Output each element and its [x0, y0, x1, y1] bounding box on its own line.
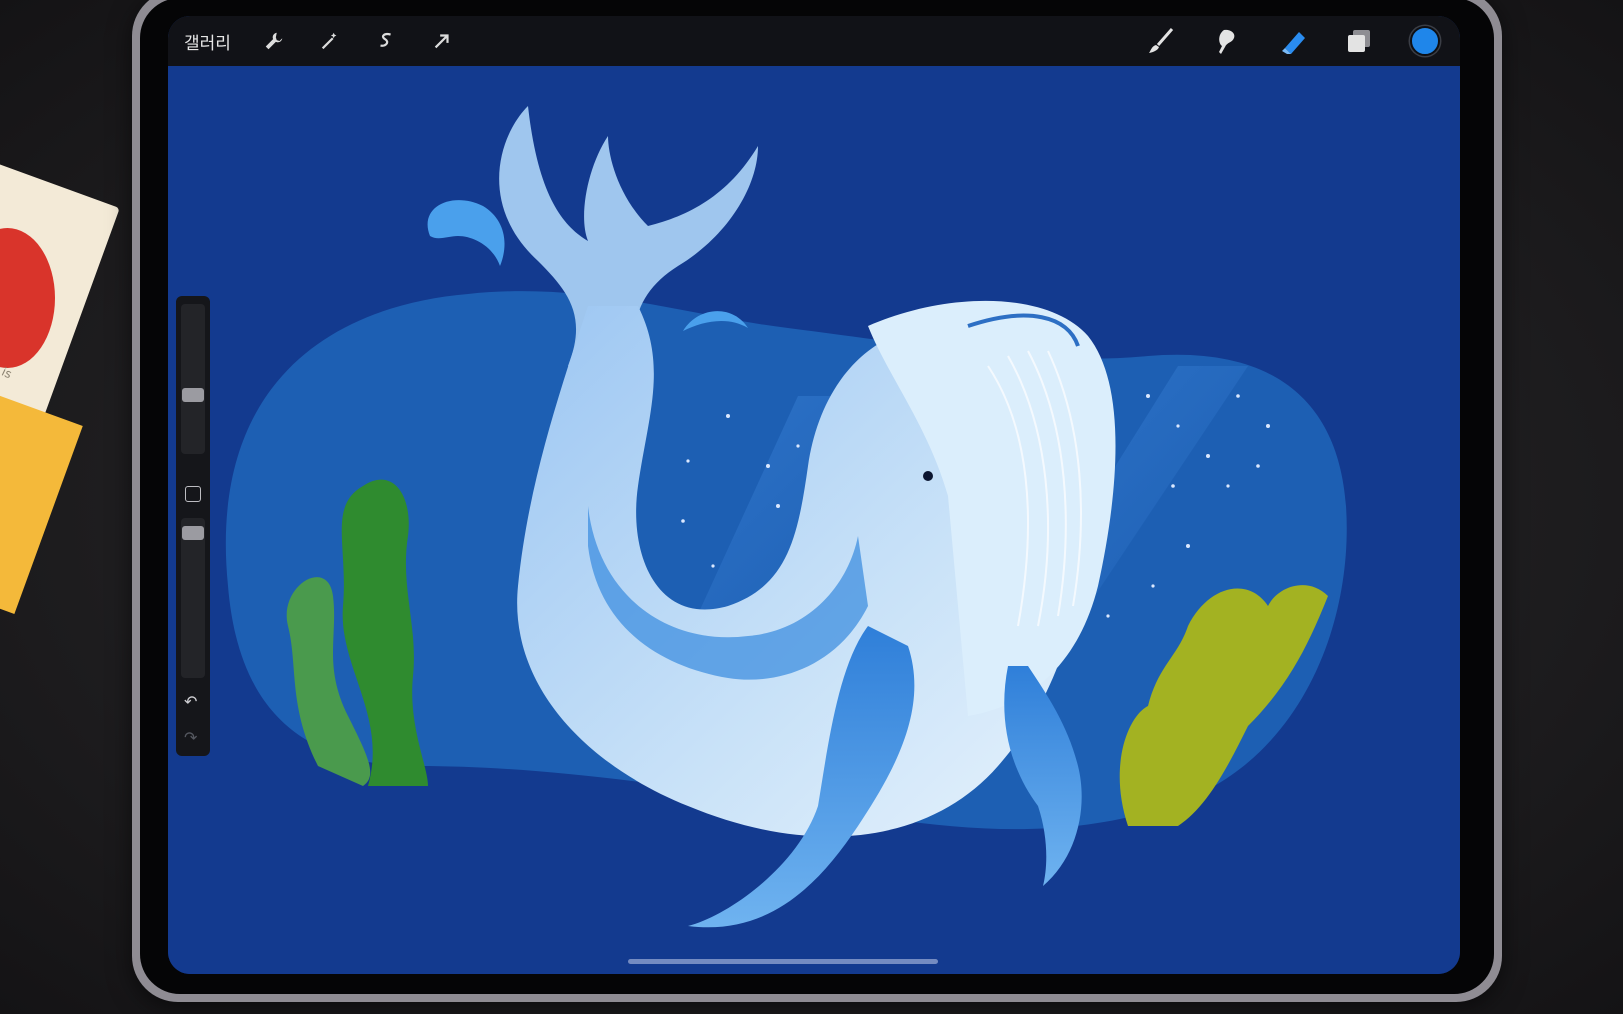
drawing-canvas[interactable] — [168, 66, 1460, 974]
redo-icon[interactable]: ↷ — [184, 728, 197, 747]
undo-icon[interactable]: ↶ — [184, 692, 197, 711]
whale-artwork — [168, 66, 1460, 974]
eraser-icon[interactable] — [1272, 22, 1314, 60]
brush-size-knob[interactable] — [182, 388, 204, 402]
gallery-button[interactable]: 갤러리 — [184, 29, 231, 54]
layers-icon[interactable] — [1338, 22, 1380, 60]
transform-arrow-icon[interactable] — [421, 23, 463, 59]
home-indicator[interactable] — [628, 959, 938, 964]
color-picker-button[interactable] — [1404, 22, 1446, 60]
top-toolbar: 갤러리 — [168, 16, 1460, 66]
opacity-slider[interactable] — [181, 518, 205, 678]
left-sidebar: ↶ ↷ — [176, 296, 210, 756]
selection-icon[interactable] — [365, 23, 407, 59]
wrench-icon[interactable] — [253, 23, 295, 59]
brush-size-slider[interactable] — [181, 304, 205, 454]
current-color-swatch — [1410, 26, 1440, 56]
magic-wand-icon[interactable] — [309, 23, 351, 59]
procreate-screen: 갤러리 ↶ ↷ — [168, 16, 1460, 974]
opacity-knob[interactable] — [182, 526, 204, 540]
whale-eye — [923, 471, 933, 481]
yellow-card — [0, 385, 83, 614]
tool-group — [1140, 16, 1446, 66]
brush-icon[interactable] — [1140, 22, 1182, 60]
modify-square-button[interactable] — [185, 486, 201, 502]
smudge-icon[interactable] — [1206, 22, 1248, 60]
